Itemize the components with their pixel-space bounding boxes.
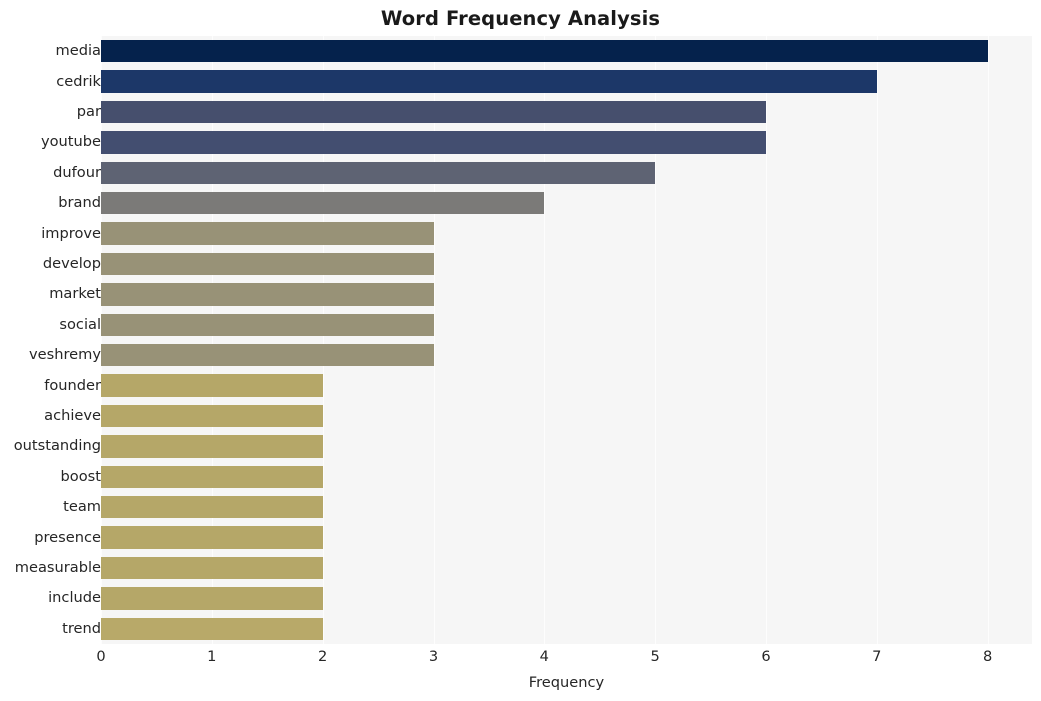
bar-row xyxy=(101,404,1032,428)
gridline-x-7 xyxy=(876,36,878,644)
y-tick-label-veshremy: veshremy xyxy=(29,346,101,364)
gridline-x-2 xyxy=(322,36,324,644)
y-tick-label-boost: boost xyxy=(60,467,101,485)
bar-row xyxy=(101,556,1032,580)
gridline-x-1 xyxy=(211,36,213,644)
bar-row xyxy=(101,435,1032,458)
bar-par xyxy=(101,100,766,124)
bar-measurable xyxy=(101,556,323,580)
bar-achieve xyxy=(101,404,323,428)
y-tick-label-develop: develop xyxy=(42,255,101,272)
y-tick-label-dufour: dufour xyxy=(53,163,101,181)
bar-team xyxy=(101,495,323,519)
y-tick-label-market: market xyxy=(49,285,101,303)
gridline-x-5 xyxy=(655,36,657,644)
bar-row xyxy=(101,343,1032,367)
x-tick-label-0: 0 xyxy=(96,648,106,665)
bar-row xyxy=(101,131,1032,154)
bar-trend xyxy=(101,617,323,641)
chart-title: Word Frequency Analysis xyxy=(380,7,661,30)
x-tick-label-7: 7 xyxy=(872,648,882,665)
bar-row xyxy=(101,495,1032,519)
bar-row xyxy=(101,526,1032,549)
bar-youtube xyxy=(101,131,766,154)
bar-develop xyxy=(101,252,434,276)
x-tick-label-4: 4 xyxy=(539,648,549,665)
bar-boost xyxy=(101,465,323,489)
y-tick-label-brand: brand xyxy=(58,194,101,212)
bar-row xyxy=(101,465,1032,489)
bar-row xyxy=(101,70,1032,93)
bar-row xyxy=(101,313,1032,337)
bar-presence xyxy=(101,526,323,549)
x-tick-label-5: 5 xyxy=(650,648,660,665)
gridline-x-8 xyxy=(987,36,989,644)
bar-outstanding xyxy=(101,435,323,458)
y-tick-label-social: social xyxy=(59,315,101,333)
bar-include xyxy=(101,587,323,610)
bar-row xyxy=(101,39,1032,63)
y-tick-label-cedrik: cedrik xyxy=(56,72,101,90)
bar-cedrik xyxy=(101,70,877,93)
bar-market xyxy=(101,283,434,306)
bar-founder xyxy=(101,374,323,397)
y-tick-label-presence: presence xyxy=(34,528,101,546)
x-tick-label-2: 2 xyxy=(318,648,328,665)
bar-row xyxy=(101,617,1032,641)
y-tick-label-outstanding: outstanding xyxy=(13,437,101,455)
y-tick-label-improve: improve xyxy=(41,224,101,242)
word-frequency-chart: Word Frequency Analysis media cedrik par yo… xyxy=(0,0,1041,701)
y-tick-label-trend: trend xyxy=(62,619,101,637)
bar-brand xyxy=(101,191,545,215)
y-tick-label-youtube: youtube xyxy=(40,133,101,151)
bar-row xyxy=(101,161,1032,185)
gridline-x-0 xyxy=(101,36,102,644)
bar-row xyxy=(101,374,1032,397)
y-tick-label-par: par xyxy=(76,103,101,120)
bar-media xyxy=(101,39,988,63)
bar-social xyxy=(101,313,434,337)
gridline-x-4 xyxy=(544,36,546,644)
bar-row xyxy=(101,587,1032,610)
x-tick-label-8: 8 xyxy=(983,648,993,665)
bar-row xyxy=(101,191,1032,215)
x-tick-label-1: 1 xyxy=(207,648,217,665)
bar-row xyxy=(101,283,1032,306)
x-tick-label-3: 3 xyxy=(428,648,439,665)
y-tick-label-include: include xyxy=(48,589,101,607)
bar-veshremy xyxy=(101,343,434,367)
y-tick-label-team: team xyxy=(63,498,101,516)
y-axis-tick-labels: media cedrik par youtube dufour brand improve d… xyxy=(0,36,101,644)
gridline-x-6 xyxy=(766,36,767,644)
y-tick-label-achieve: achieve xyxy=(44,407,101,424)
bar-row xyxy=(101,100,1032,124)
y-tick-label-measurable: measurable xyxy=(14,559,101,576)
y-tick-label-media: media xyxy=(55,42,101,60)
bar-improve xyxy=(101,222,434,245)
x-axis-label: Frequency xyxy=(528,674,605,691)
bar-row xyxy=(101,222,1032,245)
y-tick-label-founder: founder xyxy=(44,376,101,394)
bar-row xyxy=(101,252,1032,276)
plot-area xyxy=(101,36,1032,644)
x-axis-tick-labels: 0 1 2 3 4 5 6 7 8 xyxy=(96,648,1032,672)
gridline-x-3 xyxy=(433,36,435,644)
x-tick-label-6: 6 xyxy=(761,648,771,665)
bar-dufour xyxy=(101,161,656,185)
